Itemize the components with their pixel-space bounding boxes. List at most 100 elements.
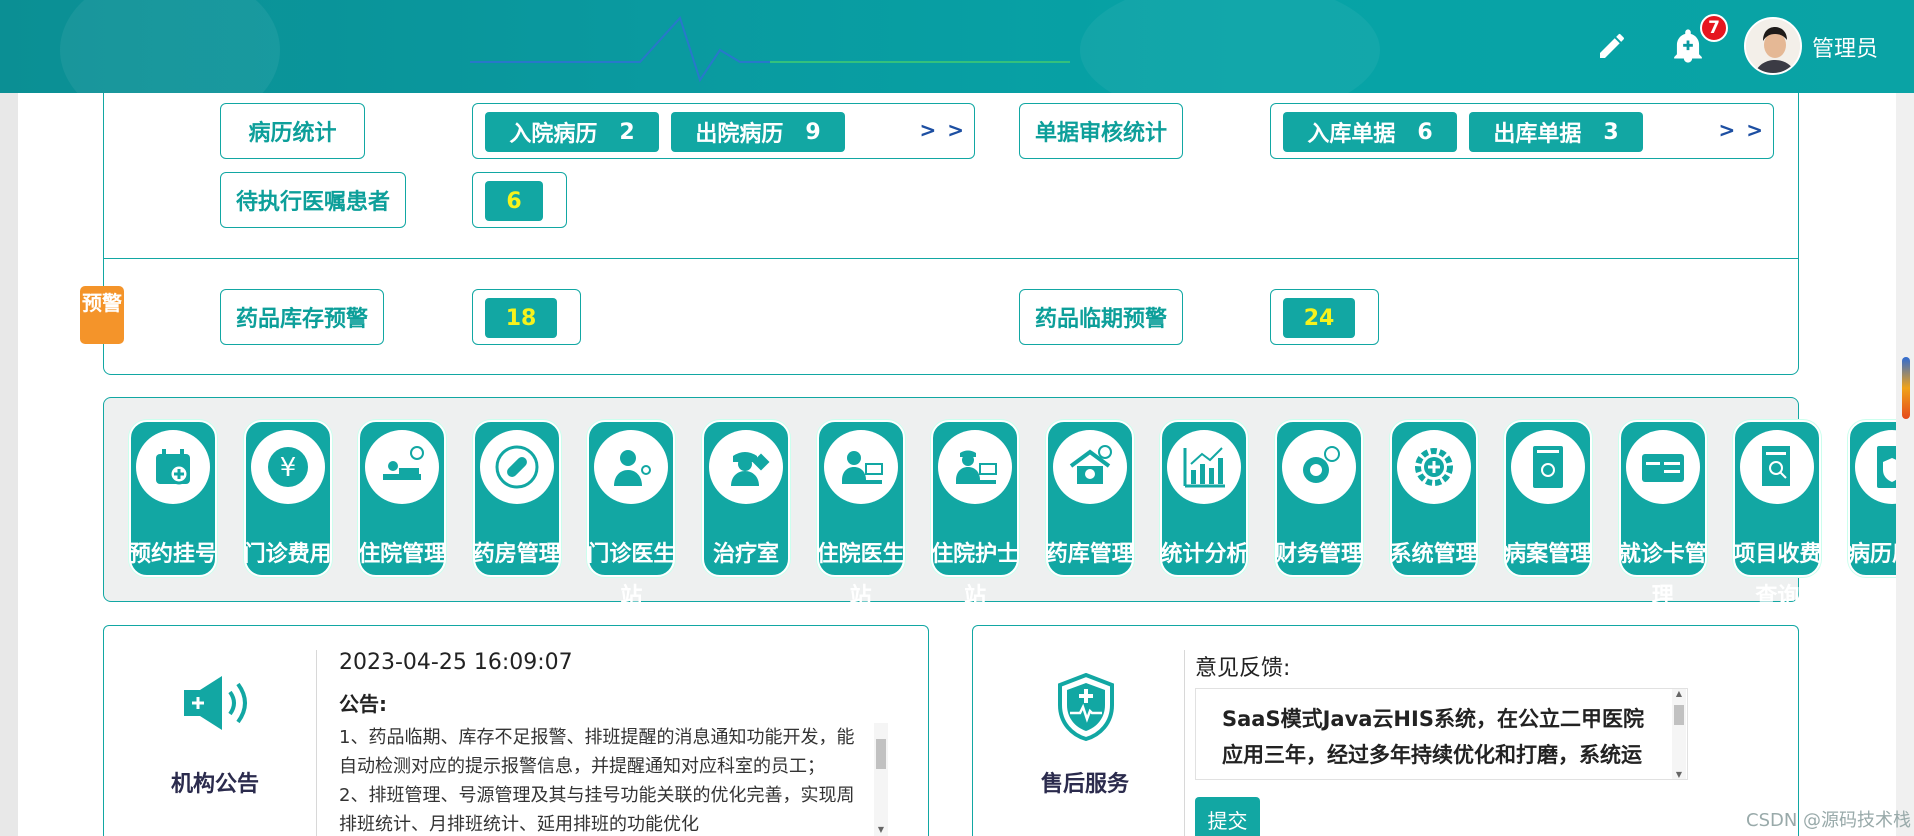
scroll-down-icon[interactable]: ▼	[1672, 770, 1686, 779]
warehouse-icon	[1052, 430, 1127, 504]
gear-icon	[1396, 430, 1471, 504]
module-3[interactable]: 住院管理	[358, 420, 447, 577]
separator	[1184, 650, 1185, 836]
module-label: 药库管理	[1045, 542, 1134, 567]
calendar-plus-icon	[136, 430, 210, 504]
finance-gear-icon	[1282, 430, 1356, 504]
admission-record-pill[interactable]: 入院病历 2	[485, 112, 659, 152]
module-12[interactable]: 系统管理	[1390, 420, 1478, 577]
module-7[interactable]: 住院医生站	[817, 420, 905, 609]
module-label: 门诊费用	[243, 542, 332, 567]
warning-tag: 预警	[80, 286, 124, 344]
nurse-icon	[709, 430, 783, 504]
module-label: 统计分析	[1160, 542, 1249, 567]
module-label: 就诊卡管理	[1618, 542, 1707, 609]
module-14[interactable]: 就诊卡管理	[1619, 420, 1707, 609]
more-link[interactable]: > >	[920, 118, 966, 142]
inpatient-bed-icon	[365, 430, 440, 504]
feedback-scrollbar-thumb[interactable]	[1674, 705, 1684, 725]
module-label: 住院护士站	[931, 542, 1020, 609]
module-4[interactable]: 药房管理	[473, 420, 561, 577]
document-search-icon	[1740, 430, 1815, 504]
yen-icon: ¥	[250, 430, 325, 504]
inbound-doc-pill[interactable]: 入库单据 6	[1283, 112, 1457, 152]
module-label: 系统管理	[1389, 542, 1478, 567]
doctor-icon	[594, 430, 669, 504]
doc-review-values: 入库单据 6 出库单据 3 > >	[1270, 103, 1774, 159]
notice-body: 1、药品临期、库存不足报警、排班提醒的消息通知功能开发，能自动检测对应的提示报警…	[339, 727, 855, 835]
stats-divider	[103, 258, 1799, 259]
notification-badge: 7	[1700, 14, 1728, 42]
more-link[interactable]: > >	[1719, 118, 1765, 142]
pending-orders-pill[interactable]: 6	[485, 181, 543, 221]
pill-icon	[479, 430, 554, 504]
module-label: 病案管理	[1504, 542, 1593, 567]
notice-scrollbar-thumb[interactable]	[876, 739, 886, 769]
expiry-warning-values: 24	[1270, 289, 1379, 345]
feedback-text: SaaS模式Java云HIS系统，在公立二甲医院应用三年，经过多年持续优化和打磨…	[1222, 707, 1644, 767]
edit-icon[interactable]	[1592, 26, 1632, 66]
module-15[interactable]: 项目收费查询	[1733, 420, 1822, 609]
expiry-warning-label: 药品临期预警	[1019, 289, 1183, 345]
modules-list: 预约挂号 ¥ 门诊费用 住院管理 药房管理 门诊医生站 治疗室 住院医生站 住院护士站 药库管理 统…	[103, 397, 1896, 637]
module-8[interactable]: 住院护士站	[931, 420, 1020, 609]
speaker-icon	[182, 672, 252, 738]
module-1[interactable]: 预约挂号	[129, 420, 217, 577]
module-5[interactable]: 门诊医生站	[587, 420, 676, 609]
module-11[interactable]: 财务管理	[1275, 420, 1363, 577]
outbound-doc-pill[interactable]: 出库单据 3	[1469, 112, 1643, 152]
feedback-scrollbar[interactable]: ▲ ▼	[1672, 689, 1686, 779]
module-16[interactable]: 病历质控	[1848, 420, 1896, 577]
module-label: 药房管理	[472, 542, 561, 567]
module-13[interactable]: 病案管理	[1504, 420, 1593, 577]
scroll-up-icon[interactable]: ▲	[1672, 689, 1686, 698]
notice-title: 机构公告	[171, 772, 260, 797]
record-stats-values: 入院病历 2 出院病历 9 > >	[472, 103, 975, 159]
stock-warning-pill[interactable]: 18	[485, 298, 557, 338]
discharge-record-pill[interactable]: 出院病历 9	[671, 112, 845, 152]
shield-record-icon	[1855, 430, 1896, 504]
watermark: CSDN @源码技术栈	[1746, 810, 1912, 831]
notice-scrollbar[interactable]: ▼	[874, 723, 888, 836]
nurse-desk-icon	[938, 430, 1013, 504]
medical-record-icon	[1511, 430, 1586, 504]
card-icon	[1625, 430, 1700, 504]
notice-heading: 公告:	[339, 692, 387, 716]
module-label: 预约挂号	[128, 542, 217, 567]
record-stats-label: 病历统计	[220, 103, 365, 159]
page-scrollbar-thumb[interactable]	[1902, 357, 1910, 419]
module-label: 住院医生站	[816, 542, 905, 609]
separator	[316, 650, 317, 836]
header-decoration	[60, 0, 280, 93]
page-scrollbar[interactable]	[1896, 93, 1914, 836]
avatar[interactable]	[1744, 17, 1802, 75]
scroll-down-icon[interactable]: ▼	[874, 825, 888, 834]
module-10[interactable]: 统计分析	[1160, 420, 1249, 577]
module-label: 治疗室	[712, 542, 779, 567]
doc-review-label: 单据审核统计	[1019, 103, 1183, 159]
module-label: 病历质控	[1847, 542, 1896, 567]
module-label: 门诊医生站	[587, 542, 676, 609]
submit-button[interactable]: 提交	[1195, 797, 1260, 836]
doctor-desk-icon	[823, 430, 898, 504]
service-title: 售后服务	[1041, 772, 1130, 797]
feedback-label: 意见反馈:	[1195, 656, 1291, 681]
pending-orders-values: 6	[472, 172, 567, 228]
health-shield-icon	[1058, 672, 1114, 745]
top-header: 7 管理员	[0, 0, 1914, 93]
module-2[interactable]: ¥ 门诊费用	[244, 420, 332, 577]
module-6[interactable]: 治疗室	[702, 420, 790, 577]
username[interactable]: 管理员	[1812, 31, 1878, 63]
heartbeat-decoration	[470, 16, 1070, 83]
svg-text:¥: ¥	[279, 453, 296, 483]
module-label: 财务管理	[1274, 542, 1363, 567]
expiry-warning-pill[interactable]: 24	[1283, 298, 1355, 338]
feedback-textarea[interactable]: SaaS模式Java云HIS系统，在公立二甲医院应用三年，经过多年持续优化和打磨…	[1195, 688, 1688, 780]
module-9[interactable]: 药库管理	[1046, 420, 1134, 577]
chart-icon	[1167, 430, 1242, 504]
stock-warning-values: 18	[472, 289, 581, 345]
module-label: 住院管理	[358, 542, 447, 567]
stock-warning-label: 药品库存预警	[220, 289, 384, 345]
notice-datetime: 2023-04-25 16:09:07	[339, 650, 573, 675]
header-decoration	[1080, 0, 1380, 93]
